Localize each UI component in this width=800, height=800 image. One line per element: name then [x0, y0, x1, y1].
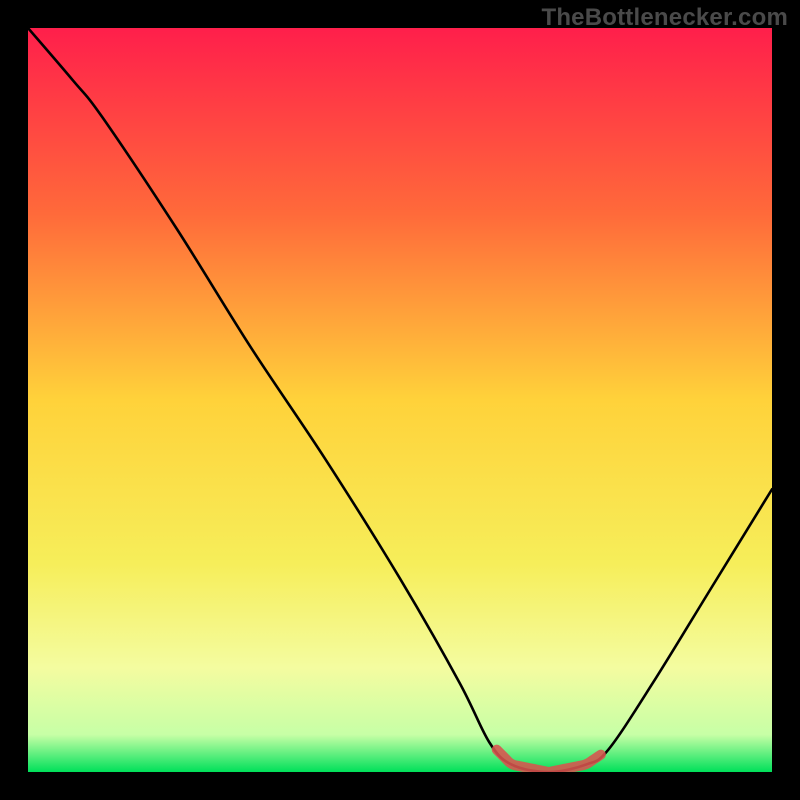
chart-frame: TheBottlenecker.com	[0, 0, 800, 800]
plot-area	[28, 28, 772, 772]
watermark-text: TheBottlenecker.com	[541, 4, 788, 32]
chart-svg	[28, 28, 772, 772]
gradient-background	[28, 28, 772, 772]
plot-border	[28, 28, 772, 772]
